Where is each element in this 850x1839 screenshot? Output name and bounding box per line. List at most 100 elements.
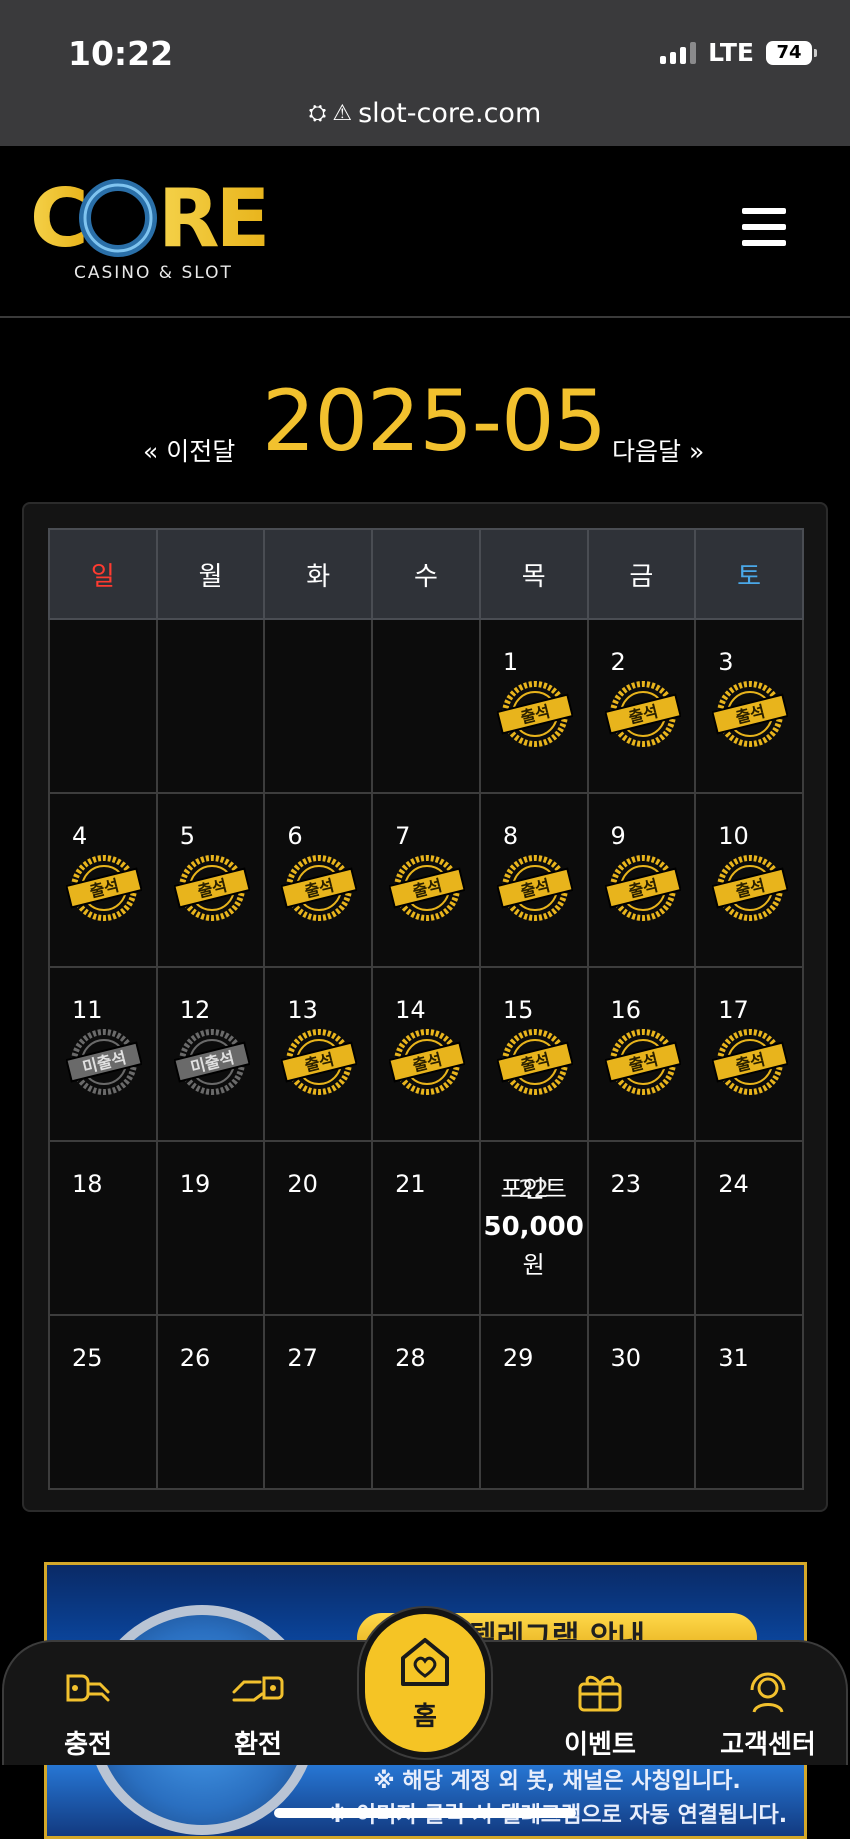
calendar-empty-day — [155, 618, 266, 794]
calendar-week: 18 19 20 21 22 포인트 50,000 원 23 24 — [48, 1140, 804, 1316]
day-number: 15 — [502, 996, 534, 1024]
menu-button[interactable] — [742, 208, 786, 246]
day-number: 10 — [718, 822, 749, 850]
headset-icon — [750, 1672, 786, 1713]
day-number: 16 — [610, 996, 642, 1024]
menu-icon — [742, 208, 786, 214]
bonus-amount: 50,000 — [483, 1212, 584, 1242]
banner-notice-line: ※ 해당 계정 외 봇, 채널은 사칭입니다. — [373, 1769, 741, 1794]
address-bar[interactable]: ⛭ ⚠ slot-core.com — [0, 98, 850, 129]
calendar-day: 13 출석 — [263, 966, 374, 1142]
svg-text:C: C — [30, 176, 85, 265]
attendance-calendar: 일월화수목금토 1 출석 2 출석 3 출석 4 출석 5 출석 6 출석 7 출석 8 출석 9 출석 10 출석 1… — [22, 502, 828, 1512]
day-number: 23 — [610, 1170, 642, 1198]
browser-chrome: 10:22 LTE 74 ⛭ ⚠ slot-core.com — [0, 0, 850, 146]
day-number: 31 — [718, 1344, 749, 1372]
nav-support-label: 고객센터 — [720, 1730, 816, 1760]
day-number: 30 — [610, 1344, 642, 1372]
calendar-day: 7 출석 — [371, 792, 481, 968]
calendar-day: 20 — [263, 1140, 374, 1316]
banner-notice: ※ 해당 계정 외 봇, 채널은 사칭입니다. ※ 이미지 클릭 시 텔레그램으… — [317, 1765, 797, 1833]
warning-icon: ⚠ — [332, 101, 353, 126]
calendar-table: 일월화수목금토 1 출석 2 출석 3 출석 4 출석 5 출석 6 출석 7 출석 8 출석 9 출석 10 출석 1… — [48, 528, 804, 1490]
weekday-header: 목 — [478, 528, 589, 620]
calendar-empty-day — [48, 618, 158, 794]
home-heart-icon — [401, 1637, 449, 1686]
day-number: 18 — [72, 1170, 103, 1198]
calendar-day: 22 포인트 50,000 원 — [478, 1140, 589, 1316]
weekday-header: 월 — [155, 528, 266, 620]
calendar-week: 1 출석 2 출석 3 출석 — [48, 618, 804, 794]
home-indicator — [274, 1808, 576, 1818]
next-month-link[interactable]: 다음달 » — [612, 432, 704, 468]
url-text: slot-core.com — [358, 98, 542, 129]
calendar-day: 19 — [155, 1140, 266, 1316]
day-number: 21 — [395, 1170, 426, 1198]
gift-icon — [578, 1675, 622, 1712]
month-title: 2025-05 — [262, 372, 607, 470]
nav-home[interactable]: 홈 — [359, 1608, 491, 1758]
day-number: 5 — [179, 822, 195, 850]
network-type: LTE — [708, 38, 754, 67]
calendar-week: 11 미출석 12 미출석 13 출석 14 출석 15 출석 16 출석 17 출석 — [48, 966, 804, 1142]
day-number: 29 — [502, 1344, 534, 1372]
day-number: 13 — [287, 996, 318, 1024]
calendar-day: 29 — [478, 1314, 589, 1490]
status-time: 10:22 — [68, 34, 174, 73]
day-number: 14 — [395, 996, 426, 1024]
calendar-day: 10 출석 — [694, 792, 804, 968]
calendar-day: 9 출석 — [586, 792, 697, 968]
calendar-day: 30 — [586, 1314, 697, 1490]
day-number: 4 — [72, 822, 88, 850]
signal-icon — [660, 41, 697, 64]
nav-deposit-label: 충전 — [64, 1730, 112, 1760]
nav-event[interactable]: 이벤트 — [540, 1662, 660, 1761]
prev-month-link[interactable]: « 이전달 — [143, 432, 235, 468]
withdraw-icon — [232, 1676, 284, 1702]
weekday-header: 토 — [694, 528, 804, 620]
calendar-day: 4 출석 — [48, 792, 158, 968]
day-number: 1 — [502, 648, 519, 676]
calendar-day: 24 — [694, 1140, 804, 1316]
nav-support[interactable]: 고객센터 — [708, 1662, 828, 1761]
deposit-icon — [66, 1674, 110, 1702]
nav-deposit[interactable]: 충전 — [28, 1662, 148, 1761]
month-navigation: « 이전달 2025-05 다음달 » — [0, 372, 850, 472]
day-number: 9 — [610, 822, 626, 850]
day-number: 2 — [610, 648, 626, 676]
calendar-day: 25 — [48, 1314, 158, 1490]
calendar-day: 1 출석 — [478, 618, 589, 794]
calendar-day: 31 — [694, 1314, 804, 1490]
day-number: 3 — [718, 648, 734, 676]
calendar-day: 12 미출석 — [155, 966, 266, 1142]
calendar-day: 26 — [155, 1314, 266, 1490]
calendar-day: 2 출석 — [586, 618, 697, 794]
nav-withdraw[interactable]: 환전 — [198, 1662, 318, 1761]
weekday-header: 금 — [586, 528, 697, 620]
calendar-day: 17 출석 — [694, 966, 804, 1142]
calendar-day: 28 — [371, 1314, 481, 1490]
day-number: 26 — [179, 1344, 211, 1372]
weekday-header: 수 — [371, 528, 481, 620]
day-number: 28 — [395, 1344, 426, 1372]
day-number: 19 — [179, 1170, 211, 1198]
calendar-empty-day — [371, 618, 481, 794]
nav-home-label: 홈 — [413, 1701, 437, 1732]
logo-subtitle: CASINO & SLOT — [74, 263, 233, 283]
calendar-day: 18 — [48, 1140, 158, 1316]
battery-icon: 74 — [766, 40, 817, 65]
calendar-day: 11 미출석 — [48, 966, 158, 1142]
calendar-day: 3 출석 — [694, 618, 804, 794]
calendar-day: 21 — [371, 1140, 481, 1316]
day-number: 22 — [518, 1175, 549, 1203]
weekday-header: 일 — [48, 528, 158, 620]
weekday-header-row: 일월화수목금토 — [48, 528, 804, 620]
site-header: C RE CASINO & SLOT — [0, 146, 850, 318]
day-number: 12 — [179, 996, 211, 1024]
core-logo[interactable]: C RE CASINO & SLOT — [30, 176, 300, 286]
day-number: 17 — [718, 996, 749, 1024]
day-number: 20 — [287, 1170, 318, 1198]
calendar-day: 6 출석 — [263, 792, 374, 968]
day-number: 7 — [395, 822, 411, 850]
calendar-day: 14 출석 — [371, 966, 481, 1142]
